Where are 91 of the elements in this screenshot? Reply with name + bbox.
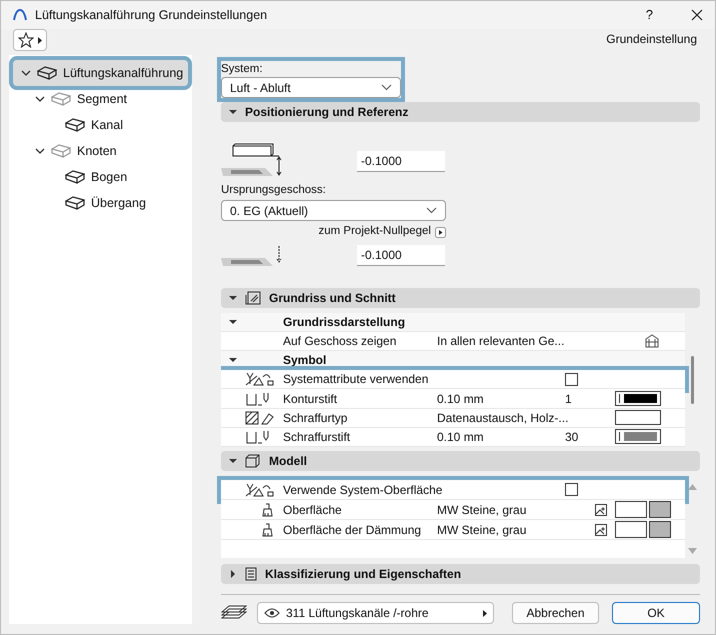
property-value: 0.10 mm	[437, 428, 485, 446]
checkbox[interactable]	[565, 483, 578, 496]
section-header[interactable]: Modell	[221, 451, 700, 471]
layers-icon	[221, 605, 247, 621]
section-triangle-icon[interactable]	[229, 108, 237, 116]
brush-icon	[261, 502, 275, 516]
brush-icon	[261, 522, 275, 536]
tree-item[interactable]: Segment	[13, 86, 188, 112]
tree-item[interactable]: Bogen	[13, 164, 188, 190]
surface-color-swatch[interactable]	[649, 521, 671, 538]
arrow-right-icon	[483, 610, 487, 616]
document-icon	[245, 567, 257, 581]
tree-item[interactable]: Übergang	[13, 190, 188, 216]
system-dropdown[interactable]: Luft - Abluft	[221, 77, 401, 98]
section-triangle-icon[interactable]	[229, 294, 237, 302]
fill-swatch[interactable]	[615, 410, 661, 426]
property-label: Schraffurstift	[283, 428, 352, 446]
duct-box-icon	[65, 170, 85, 184]
favorites-button[interactable]	[13, 29, 47, 51]
duct-box-icon	[65, 196, 85, 210]
surface-swatch[interactable]	[615, 521, 647, 538]
number-field[interactable]: -0.1000	[357, 245, 445, 266]
story-dropdown[interactable]: 0. EG (Aktuell)	[221, 200, 446, 221]
number-field[interactable]: -0.1000	[357, 151, 445, 172]
cube-icon	[245, 454, 261, 468]
property-label: Auf Geschoss zeigen	[283, 333, 398, 350]
floor-plan-icon	[645, 334, 659, 348]
cancel-button[interactable]: Abbrechen	[512, 602, 599, 624]
chevron-icon[interactable]	[35, 94, 45, 104]
star-icon	[18, 32, 34, 48]
property-label: Oberfläche der Dämmung	[283, 522, 422, 538]
help-button[interactable]: ?	[646, 5, 653, 25]
layer-dropdown[interactable]: 311 Lüftungskanäle /-rohre	[257, 602, 494, 624]
chevron-icon[interactable]	[21, 68, 31, 78]
checkbox[interactable]	[565, 372, 578, 386]
property-row[interactable]: Auf Geschoss zeigen In allen relevanten Ge...	[221, 332, 685, 352]
surface-swatch[interactable]	[615, 501, 647, 518]
reference-label: zum Projekt-Nullpegel	[318, 224, 431, 240]
hatch-icon	[245, 410, 275, 425]
expand-triangle-icon[interactable]	[229, 318, 237, 326]
chevron-down-icon	[381, 84, 392, 91]
image-icon	[595, 524, 607, 536]
property-row[interactable]: Konturstift 0.10 mm 1	[221, 389, 685, 409]
property-row[interactable]: Schraffurtyp Datenaustausch, Holz-...	[221, 408, 685, 428]
property-value: MW Steine, grau	[437, 522, 528, 538]
eye-icon	[264, 608, 280, 618]
image-icon	[595, 504, 607, 516]
section-triangle-icon[interactable]	[229, 457, 237, 465]
tree-item[interactable]: Knoten	[13, 138, 188, 164]
floor-plan-section-icon	[245, 291, 261, 305]
duct-box-icon	[51, 92, 71, 106]
window-title: Lüftungskanalführung Grundeinstellungen	[35, 6, 268, 24]
property-label: Konturstift	[283, 390, 338, 408]
property-label: Verwende System-Oberfläche	[283, 482, 444, 498]
property-value: 0.10 mm	[437, 390, 485, 408]
story-label: Ursprungsgeschoss:	[221, 183, 327, 198]
expand-triangle-icon[interactable]	[229, 356, 237, 364]
close-icon[interactable]	[691, 9, 703, 21]
section-triangle-icon[interactable]	[229, 570, 237, 578]
app-logo-icon	[13, 9, 27, 21]
tree-item[interactable]: Lüftungskanalführung	[13, 60, 188, 86]
ok-button[interactable]: OK	[612, 602, 700, 624]
property-label: Systemattribute verwenden	[283, 371, 430, 388]
arrow-right-icon[interactable]	[435, 226, 446, 238]
tree-item[interactable]: Kanal	[13, 112, 188, 138]
duct-box-icon	[65, 118, 85, 132]
pen-number: 1	[565, 390, 573, 408]
duct-box-icon	[51, 144, 71, 158]
property-row[interactable]: Oberfläche MW Steine, grau	[221, 500, 685, 520]
surface-color-swatch[interactable]	[649, 501, 671, 518]
property-value: In allen relevanten Ge...	[437, 333, 565, 350]
property-row[interactable]: Schraffurstift 0.10 mm 30	[221, 428, 685, 447]
property-row[interactable]: Oberfläche der Dämmung MW Steine, grau	[221, 520, 685, 540]
property-value: MW Steine, grau	[437, 502, 528, 518]
chevron-down-icon	[426, 207, 437, 214]
property-value: Datenaustausch, Holz-...	[437, 410, 565, 427]
pen-swatch[interactable]	[615, 429, 661, 444]
duct-box-icon	[37, 66, 57, 80]
pen-number: 30	[565, 428, 580, 446]
chevron-icon[interactable]	[35, 146, 45, 156]
attribute-link-icon	[245, 372, 275, 386]
arrow-right-icon	[38, 36, 42, 44]
section-header[interactable]: Klassifizierung und Eigenschaften	[221, 564, 700, 584]
section-header[interactable]: Grundriss und Schnitt	[221, 288, 700, 308]
system-label: System:	[221, 62, 264, 77]
pen-swatch[interactable]	[615, 391, 661, 406]
section-header[interactable]: Positionierung und Referenz	[221, 102, 700, 122]
preset-label: Grundeinstellung	[606, 31, 697, 48]
property-label: Schraffurtyp	[283, 410, 348, 427]
attribute-link-icon	[245, 482, 275, 496]
property-label: Oberfläche	[283, 502, 343, 518]
